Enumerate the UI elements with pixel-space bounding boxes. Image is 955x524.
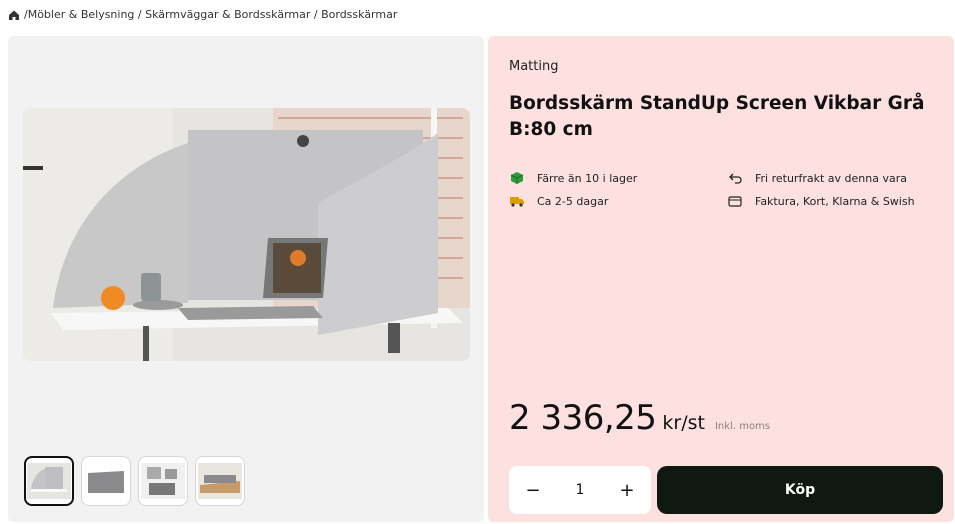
vat-note: Inkl. moms xyxy=(714,421,771,432)
stock-status: Färre än 10 i lager xyxy=(509,171,637,185)
delivery-truck-icon xyxy=(509,194,525,208)
stock-cube-icon xyxy=(509,171,525,185)
product-title: Bordsskärm StandUp Screen Vikbar Grå B:8… xyxy=(509,93,925,140)
product-gallery xyxy=(8,36,484,522)
brand-name[interactable]: Matting xyxy=(509,59,558,74)
home-icon[interactable] xyxy=(8,9,20,21)
free-return: Fri returfrakt av denna vara xyxy=(727,171,907,185)
buy-button[interactable]: Köp xyxy=(657,466,943,514)
card-icon xyxy=(727,194,743,208)
thumbnail-3[interactable] xyxy=(138,456,188,506)
thumbnail-4[interactable] xyxy=(195,456,245,506)
return-arrow-icon xyxy=(727,171,743,185)
quantity-value[interactable]: 1 xyxy=(576,482,585,498)
main-product-image[interactable] xyxy=(23,108,470,361)
price-amount: 2 336,25 xyxy=(509,398,657,438)
quantity-stepper: − 1 + xyxy=(509,466,651,514)
delivery-time: Ca 2-5 dagar xyxy=(509,194,608,208)
thumbnail-2[interactable] xyxy=(81,456,131,506)
decrease-quantity-button[interactable]: − xyxy=(523,480,543,501)
thumbnail-1[interactable] xyxy=(24,456,74,506)
price: 2 336,25 kr/st Inkl. moms xyxy=(509,398,770,438)
breadcrumb-path[interactable]: /Möbler & Belysning / Skärmväggar & Bord… xyxy=(24,8,397,21)
breadcrumb: /Möbler & Belysning / Skärmväggar & Bord… xyxy=(8,8,397,21)
thumbnail-list xyxy=(24,456,245,506)
price-unit: kr/st xyxy=(662,412,705,434)
payment-methods: Faktura, Kort, Klarna & Swish xyxy=(727,194,915,208)
increase-quantity-button[interactable]: + xyxy=(617,480,637,501)
product-info-panel: Matting Bordsskärm StandUp Screen Vikbar… xyxy=(488,36,954,522)
